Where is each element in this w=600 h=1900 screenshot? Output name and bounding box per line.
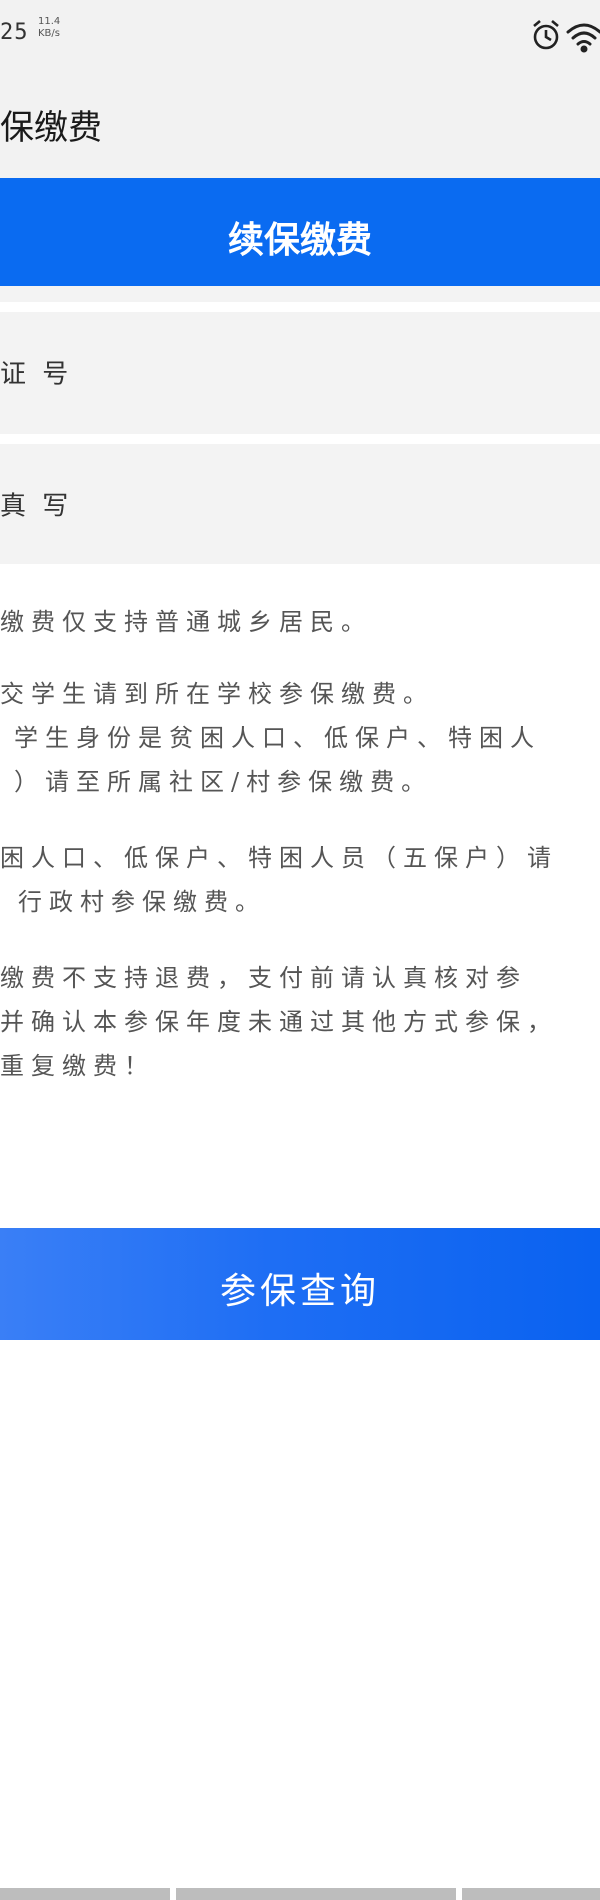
notice-line: 并确认本参保年度未通过其他方式参保，: [0, 1008, 558, 1036]
form-divider: [0, 434, 600, 444]
network-speed: 11.4 KB/s: [38, 16, 60, 40]
notice-line: ）请至所属社区/村参保缴费。: [14, 768, 433, 796]
bottom-bar-segment: [176, 1888, 456, 1900]
name-field[interactable]: 真 写: [0, 444, 600, 564]
notice-line: 缴费不支持退费，支付前请认真核对参: [0, 964, 527, 992]
notice-line: 学生身份是贫困人口、低保户、特困人: [14, 724, 541, 752]
title-bar: 保缴费: [0, 70, 600, 178]
page-title: 保缴费: [0, 108, 102, 148]
bottom-bar-segment: [0, 1888, 170, 1900]
notice-line: 交学生请到所在学校参保缴费。: [0, 680, 434, 708]
query-button[interactable]: 参保查询: [0, 1228, 600, 1340]
query-button-label: 参保查询: [219, 1271, 380, 1312]
status-bar: 25 11.4 KB/s: [0, 0, 600, 70]
wifi-icon: [566, 23, 600, 53]
alarm-icon: [533, 20, 559, 50]
notice-text: 缴费仅支持普通城乡居民。 交学生请到所在学校参保缴费。 学生身份是贫困人口、低保…: [0, 600, 600, 1088]
id-number-field-label: 证 号: [0, 359, 73, 390]
banner-title: 续保缴费: [227, 219, 372, 261]
status-icons: [530, 18, 600, 54]
network-speed-unit: KB/s: [38, 28, 60, 39]
notice-line: 重复缴费！: [0, 1052, 155, 1080]
form-divider: [0, 302, 600, 312]
id-number-field[interactable]: 证 号: [0, 312, 600, 432]
name-field-label: 真 写: [0, 491, 73, 522]
status-icons-svg: [533, 20, 600, 53]
status-time: 25: [0, 20, 29, 45]
banner: 续保缴费: [0, 178, 600, 286]
notice-line: 困人口、低保户、特困人员（五保户）请: [0, 844, 558, 872]
bottom-bar: [0, 1888, 600, 1900]
network-speed-value: 11.4: [38, 16, 61, 27]
notice-line: 行政村参保缴费。: [18, 888, 266, 916]
bottom-bar-segment: [462, 1888, 600, 1900]
notice-line: 缴费仅支持普通城乡居民。: [0, 608, 372, 636]
